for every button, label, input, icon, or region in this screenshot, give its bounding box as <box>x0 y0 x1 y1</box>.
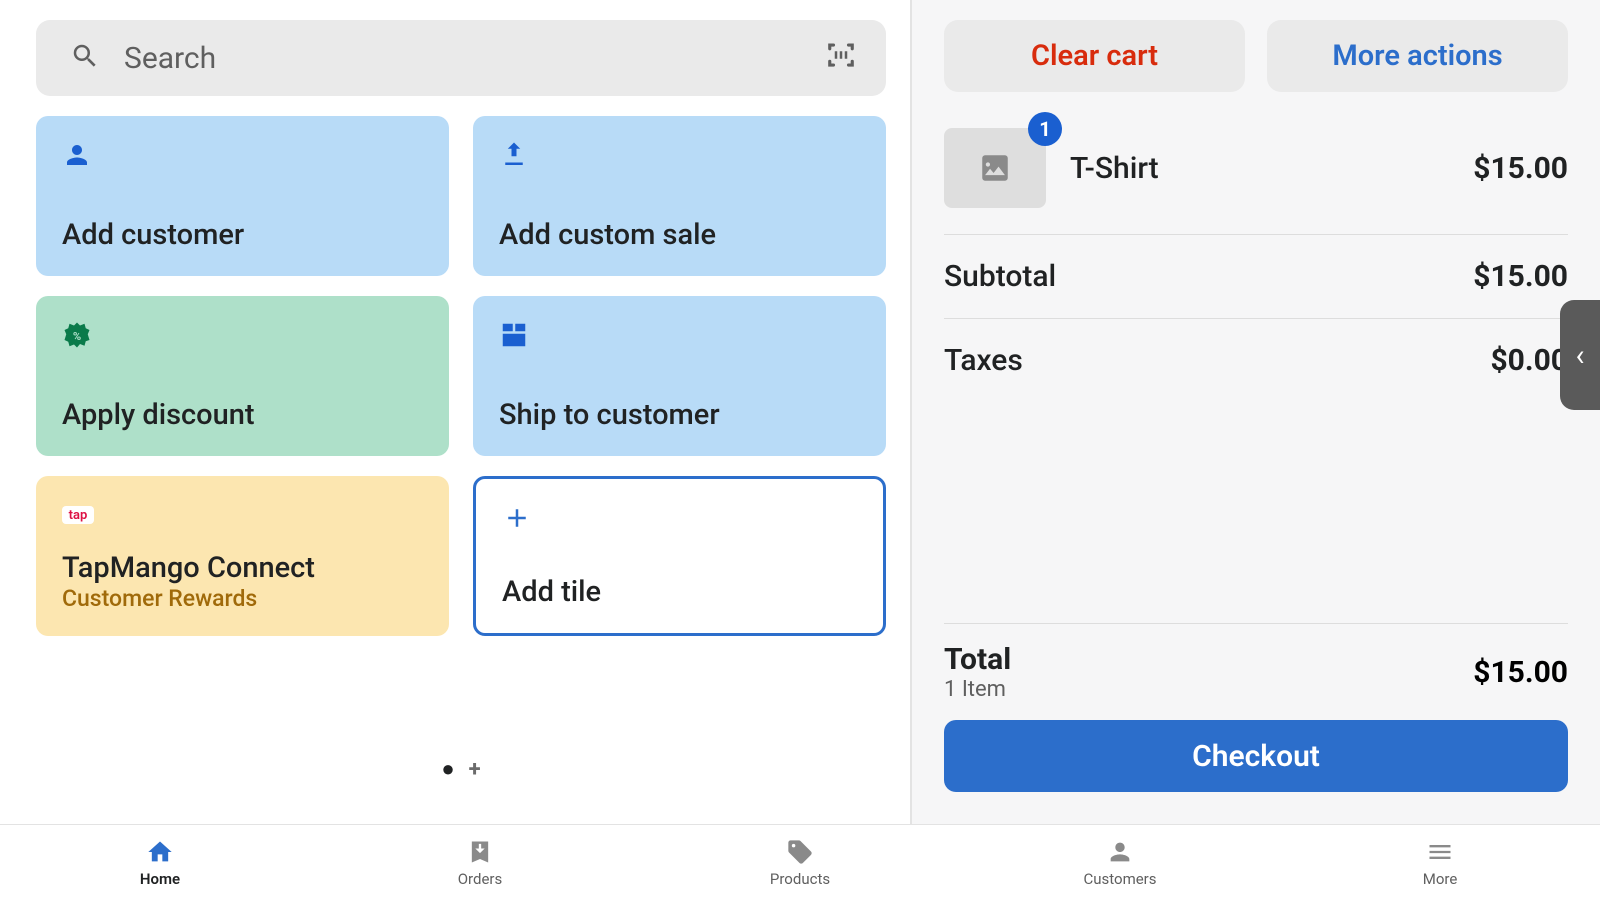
person-icon <box>1106 838 1134 866</box>
tile-apply-discount[interactable]: % Apply discount <box>36 296 449 456</box>
cart-list: 1 T-Shirt $15.00 <box>944 128 1568 235</box>
nav-label: Products <box>770 870 830 888</box>
tile-sublabel: Customer Rewards <box>62 585 423 612</box>
nav-label: Customers <box>1083 870 1156 888</box>
subtotal-value: $15.00 <box>1473 259 1568 294</box>
nav-products[interactable]: Products <box>640 825 960 900</box>
bottom-nav: Home Orders Products Customers More <box>0 824 1600 900</box>
cart-actions: Clear cart More actions <box>944 20 1568 92</box>
cart-pane: Clear cart More actions 1 T-Shirt $15.00… <box>912 0 1600 900</box>
item-count: 1 Item <box>944 677 1011 702</box>
taxes-label: Taxes <box>944 343 1023 378</box>
barcode-scan-icon[interactable] <box>826 40 856 77</box>
discount-badge-icon: % <box>62 318 423 352</box>
taxes-value: $0.00 <box>1490 343 1568 378</box>
person-icon <box>62 138 423 172</box>
tile-label: Add tile <box>502 575 857 609</box>
tile-tapmango[interactable]: tap TapMango Connect Customer Rewards <box>36 476 449 636</box>
menu-icon <box>1426 838 1454 866</box>
package-icon <box>499 318 860 352</box>
chevron-left-icon: ‹ <box>1575 338 1584 373</box>
nav-customers[interactable]: Customers <box>960 825 1280 900</box>
tile-ship-to-customer[interactable]: Ship to customer <box>473 296 886 456</box>
drawer-handle[interactable]: ‹ <box>1560 300 1600 410</box>
upload-icon <box>499 138 860 172</box>
subtotal-label: Subtotal <box>944 259 1056 294</box>
total-value: $15.00 <box>1473 655 1568 690</box>
nav-label: Home <box>140 870 180 888</box>
subtotal-row: Subtotal $15.00 <box>944 235 1568 319</box>
page-indicator: ● + <box>36 756 886 782</box>
item-thumbnail: 1 <box>944 128 1046 208</box>
search-placeholder: Search <box>124 41 826 76</box>
nav-home[interactable]: Home <box>0 825 320 900</box>
more-actions-button[interactable]: More actions <box>1267 20 1568 92</box>
tag-icon <box>786 838 814 866</box>
search-bar[interactable]: Search <box>36 20 886 96</box>
tile-label: Add customer <box>62 218 423 252</box>
tile-label: Apply discount <box>62 398 423 432</box>
clear-cart-button[interactable]: Clear cart <box>944 20 1245 92</box>
tile-label: Add custom sale <box>499 218 860 252</box>
tile-add-customer[interactable]: Add customer <box>36 116 449 276</box>
search-icon <box>70 41 100 75</box>
tile-add-tile[interactable]: Add tile <box>473 476 886 636</box>
total-label: Total <box>944 642 1011 677</box>
checkout-button[interactable]: Checkout <box>944 720 1568 792</box>
tapmango-logo-icon: tap <box>62 498 423 532</box>
plus-icon <box>502 501 857 535</box>
taxes-row: Taxes $0.00 <box>944 319 1568 402</box>
tile-grid: Add customer Add custom sale % Apply dis… <box>36 116 886 636</box>
nav-label: More <box>1423 870 1458 888</box>
tile-label: TapMango Connect <box>62 551 423 585</box>
qty-badge: 1 <box>1028 112 1062 146</box>
tile-add-custom-sale[interactable]: Add custom sale <box>473 116 886 276</box>
page-dot-active: ● <box>441 756 454 782</box>
add-page-icon[interactable]: + <box>469 757 481 782</box>
nav-more[interactable]: More <box>1280 825 1600 900</box>
cart-item[interactable]: 1 T-Shirt $15.00 <box>944 128 1568 235</box>
svg-text:%: % <box>73 330 81 343</box>
nav-label: Orders <box>458 870 503 888</box>
item-name: T-Shirt <box>1070 151 1449 186</box>
orders-icon <box>466 838 494 866</box>
home-icon <box>146 838 174 866</box>
tile-label: Ship to customer <box>499 398 860 432</box>
nav-orders[interactable]: Orders <box>320 825 640 900</box>
item-price: $15.00 <box>1473 151 1568 186</box>
checkout-block: Total 1 Item $15.00 Checkout <box>944 623 1568 810</box>
left-pane: Search Add customer Add custom sale <box>0 0 910 900</box>
